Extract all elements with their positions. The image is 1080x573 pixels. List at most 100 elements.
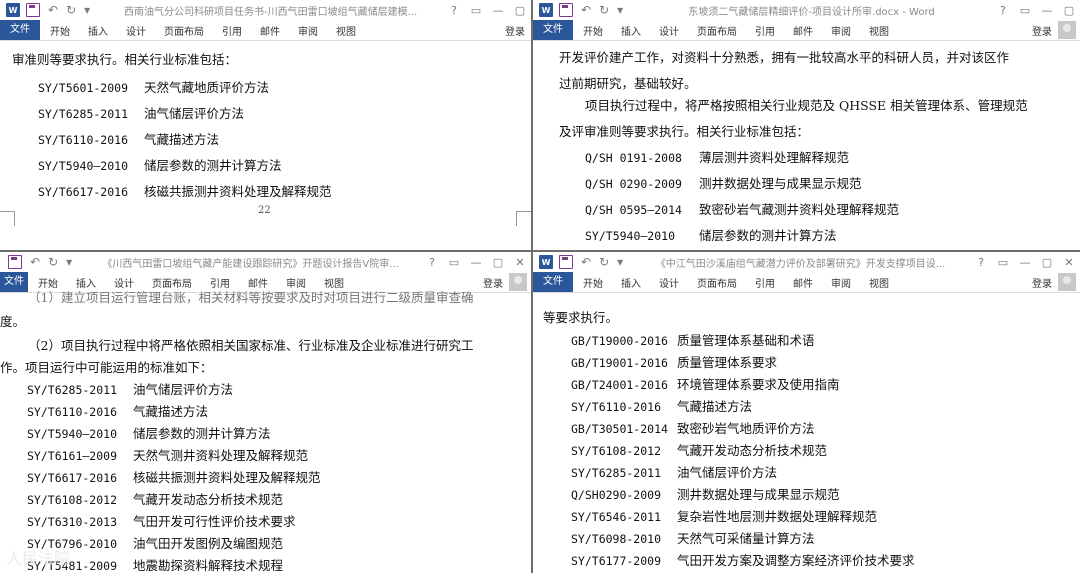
undo-icon[interactable]: ↶ [581,256,591,268]
login-link[interactable]: 登录 [483,275,503,290]
standard-name: 储层参数的测井计算方法 [699,228,837,243]
document-body[interactable]: （1）建立项目运行管理台账，相关材料等按要求及时对项目进行二级质量审查确 度。 … [0,290,531,573]
standard-code: SY/T6285-2011 [27,383,118,397]
page-corner-mark [0,211,15,226]
tab-home[interactable]: 开始 [583,275,603,290]
help-icon[interactable]: ? [443,4,465,17]
tab-view[interactable]: 视图 [869,23,889,38]
tab-review[interactable]: 审阅 [831,23,851,38]
tab-view[interactable]: 视图 [336,23,356,38]
standard-name: 储层参数的测井计算方法 [133,426,271,441]
close-icon[interactable]: ✕ [509,256,531,269]
standard-item: SY/T5940—2010 储层参数的测井计算方法 [585,225,837,244]
ribbon-display-icon[interactable]: ▭ [1014,4,1036,17]
help-icon[interactable]: ? [421,256,443,269]
tab-file[interactable]: 文件 [0,20,40,40]
document-body[interactable]: 开发评价建产工作，对资料十分熟悉，拥有一批较高水平的科研人员，并对该区作 过前期… [533,41,1080,250]
maximize-icon[interactable]: ▢ [1036,256,1058,269]
ribbon-display-icon[interactable]: ▭ [992,256,1014,269]
tab-layout[interactable]: 页面布局 [164,23,204,38]
customize-icon[interactable]: ▾ [66,256,72,268]
tab-mailings[interactable]: 邮件 [793,275,813,290]
standard-name: 油气储层评价方法 [133,382,234,397]
standard-code: GB/T19001-2016 [571,356,668,370]
tab-home[interactable]: 开始 [583,23,603,38]
tab-review[interactable]: 审阅 [831,275,851,290]
save-icon[interactable] [8,255,22,269]
minimize-icon[interactable]: — [1036,4,1058,17]
tab-insert[interactable]: 插入 [88,23,108,38]
tab-layout[interactable]: 页面布局 [697,23,737,38]
customize-icon[interactable]: ▾ [617,4,623,16]
tab-references[interactable]: 引用 [755,23,775,38]
help-icon[interactable]: ? [970,256,992,269]
avatar[interactable] [1058,273,1076,291]
ribbon-display-icon[interactable]: ▭ [443,256,465,269]
window-title: 西南油气分公司科研项目任务书-川西气田雷口坡组气藏储层建模... [124,6,418,18]
tab-mailings[interactable]: 邮件 [260,23,280,38]
tab-insert[interactable]: 插入 [621,275,641,290]
tab-references[interactable]: 引用 [222,23,242,38]
tab-home[interactable]: 开始 [50,23,70,38]
customize-icon[interactable]: ▾ [617,256,623,268]
standard-code: Q/SH 0595—2014 [585,203,682,217]
standard-name: 油气储层评价方法 [677,465,778,480]
redo-icon[interactable]: ↻ [48,256,58,268]
login-link[interactable]: 登录 [1032,23,1052,38]
tab-design[interactable]: 设计 [659,23,679,38]
body-line: （1）建立项目运行管理台账，相关材料等按要求及时对项目进行二级质量审查确 [28,290,474,305]
login-link[interactable]: 登录 [505,23,525,38]
customize-icon[interactable]: ▾ [84,4,90,16]
tab-file[interactable]: 文件 [533,272,573,292]
minimize-icon[interactable]: — [487,4,509,17]
undo-icon[interactable]: ↶ [581,4,591,16]
body-line: 审准则等要求执行。相关行业标准包括： [12,52,238,67]
minimize-icon[interactable]: — [1014,256,1036,269]
close-icon[interactable]: ✕ [1058,256,1080,269]
undo-icon[interactable]: ↶ [30,256,40,268]
word-icon: W [539,3,553,17]
help-icon[interactable]: ? [992,4,1014,17]
tab-references[interactable]: 引用 [755,275,775,290]
standard-code: SY/T6110-2016 [27,405,118,419]
tab-file[interactable]: 文件 [533,20,573,40]
avatar[interactable] [1058,21,1076,39]
avatar[interactable] [509,273,527,291]
tab-review[interactable]: 审阅 [298,23,318,38]
maximize-icon[interactable]: ▢ [509,4,531,17]
standard-item: SY/T6110-2016 气藏描述方法 [571,396,752,415]
redo-icon[interactable]: ↻ [599,4,609,16]
undo-icon[interactable]: ↶ [48,4,58,16]
tab-design[interactable]: 设计 [126,23,146,38]
standard-name: 气藏描述方法 [133,404,209,419]
standard-name: 环境管理体系要求及使用指南 [677,377,840,392]
redo-icon[interactable]: ↻ [599,256,609,268]
document-body[interactable]: 审准则等要求执行。相关行业标准包括： SY/T5601-2009 天然气藏地质评价… [0,41,531,250]
maximize-icon[interactable]: ▢ [1058,4,1080,17]
screenshot-grid: W ↶ ↻ ▾ 西南油气分公司科研项目任务书-川西气田雷口坡组气藏储层建模...… [0,0,1080,573]
standard-code: Q/SH0290-2009 [571,488,662,502]
ribbon-display-icon[interactable]: ▭ [465,4,487,17]
save-icon[interactable] [26,3,40,17]
standard-name: 质量管理体系要求 [677,355,778,370]
login-link[interactable]: 登录 [1032,275,1052,290]
standard-name: 天然气测井资料处理及解释规范 [133,448,309,463]
tab-mailings[interactable]: 邮件 [793,23,813,38]
tab-layout[interactable]: 页面布局 [697,275,737,290]
ribbon-tabs: 文件 开始 插入 设计 页面布局 引用 邮件 审阅 视图 登录 [533,20,1080,41]
standard-item: SY/T6546-2011 复杂岩性地层测井数据处理解释规范 [571,506,877,525]
tab-design[interactable]: 设计 [659,275,679,290]
standard-code: SY/T5940—2010 [585,229,676,243]
standard-code: SY/T6617-2016 [38,185,129,199]
standard-code: SY/T6161—2009 [27,449,118,463]
body-line: 及评审准则等要求执行。相关行业标准包括： [559,124,810,139]
maximize-icon[interactable]: ▢ [487,256,509,269]
tab-file[interactable]: 文件 [0,272,28,292]
redo-icon[interactable]: ↻ [66,4,76,16]
tab-insert[interactable]: 插入 [621,23,641,38]
save-icon[interactable] [559,3,573,17]
minimize-icon[interactable]: — [465,256,487,269]
save-icon[interactable] [559,255,573,269]
document-body[interactable]: 等要求执行。 GB/T19000-2016 质量管理体系基础和术语 GB/T190… [533,293,1080,573]
tab-view[interactable]: 视图 [869,275,889,290]
